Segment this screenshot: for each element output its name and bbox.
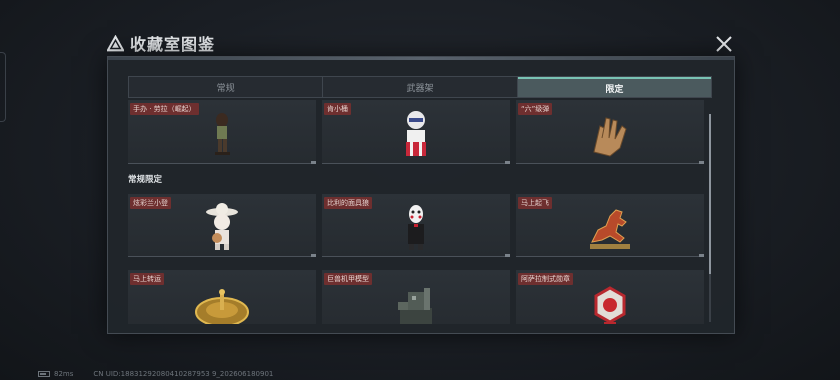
collection-list: 手办 · 劳拉（崛起） 肯小桶 “六”级弹 常规限定 炫彩兰小登 比利的面具狼 …: [128, 100, 708, 324]
item-name-badge: 马上起飞: [518, 197, 552, 209]
item-name-badge: “六”级弹: [518, 103, 553, 115]
collection-card[interactable]: 比利的面具狼: [322, 194, 510, 257]
uid-text: CN UID:18831292080410287953 9_2026061809…: [93, 370, 274, 378]
tab-bar: 常规 武器架 限定: [128, 76, 712, 98]
item-name-badge: 肯小桶: [324, 103, 351, 115]
puppet-mask-icon: [408, 205, 424, 250]
collection-card[interactable]: 马上转运: [128, 270, 316, 324]
item-name-badge: 巨兽机甲模型: [324, 273, 372, 285]
tab-regular[interactable]: 常规: [129, 77, 324, 97]
item-name-badge: 比利的面具狼: [324, 197, 372, 209]
bucket-mascot-icon: [406, 111, 426, 156]
item-row-bottom: 马上转运 巨兽机甲模型 阿萨拉制式勋章: [128, 270, 708, 324]
horse-statue-icon: [590, 209, 630, 249]
collection-card[interactable]: 肯小桶: [322, 100, 510, 164]
medal-icon: [594, 286, 626, 324]
close-icon: [716, 36, 732, 52]
side-panel-edge: [0, 52, 6, 122]
item-name-badge: 阿萨拉制式勋章: [518, 273, 573, 285]
page-title: 收藏室图鉴: [130, 35, 216, 54]
item-name-badge: 炫彩兰小登: [130, 197, 171, 209]
collection-card[interactable]: 炫彩兰小登: [128, 194, 316, 257]
item-name-badge: 手办 · 劳拉（崛起）: [130, 103, 199, 115]
warning-triangle-icon: [107, 34, 124, 51]
window-header: 收藏室图鉴: [107, 31, 215, 55]
collection-card[interactable]: “六”级弹: [516, 100, 704, 164]
tab-limited[interactable]: 限定: [517, 77, 711, 97]
ping-value: 82ms: [54, 370, 74, 378]
golden-wheel-icon: [195, 289, 249, 324]
battery-icon: [38, 371, 50, 377]
tab-weapon-rack[interactable]: 武器架: [323, 77, 518, 97]
sombrero-character-icon: [206, 203, 238, 250]
collection-card[interactable]: 巨兽机甲模型: [322, 270, 510, 324]
collection-card[interactable]: 阿萨拉制式勋章: [516, 270, 704, 324]
lara-figure-icon: [215, 113, 230, 155]
network-status: 82ms: [38, 370, 73, 378]
collection-card[interactable]: 手办 · 劳拉（崛起）: [128, 100, 316, 164]
hand-gesture-icon: [593, 117, 627, 157]
item-name-badge: 马上转运: [130, 273, 164, 285]
close-button[interactable]: [713, 33, 735, 55]
collection-card[interactable]: 马上起飞: [516, 194, 704, 257]
item-row-top: 手办 · 劳拉（崛起） 肯小桶 “六”级弹: [128, 100, 708, 164]
scrollbar-thumb[interactable]: [709, 114, 711, 274]
item-row-middle: 炫彩兰小登 比利的面具狼 马上起飞: [128, 194, 708, 257]
section-title-regular-limited: 常规限定: [128, 175, 163, 185]
scrollbar[interactable]: [709, 114, 711, 322]
dialog-top-border: [108, 57, 734, 60]
status-footer: 82ms CN UID:18831292080410287953 9_20260…: [38, 370, 273, 378]
mech-model-icon: [398, 288, 432, 324]
